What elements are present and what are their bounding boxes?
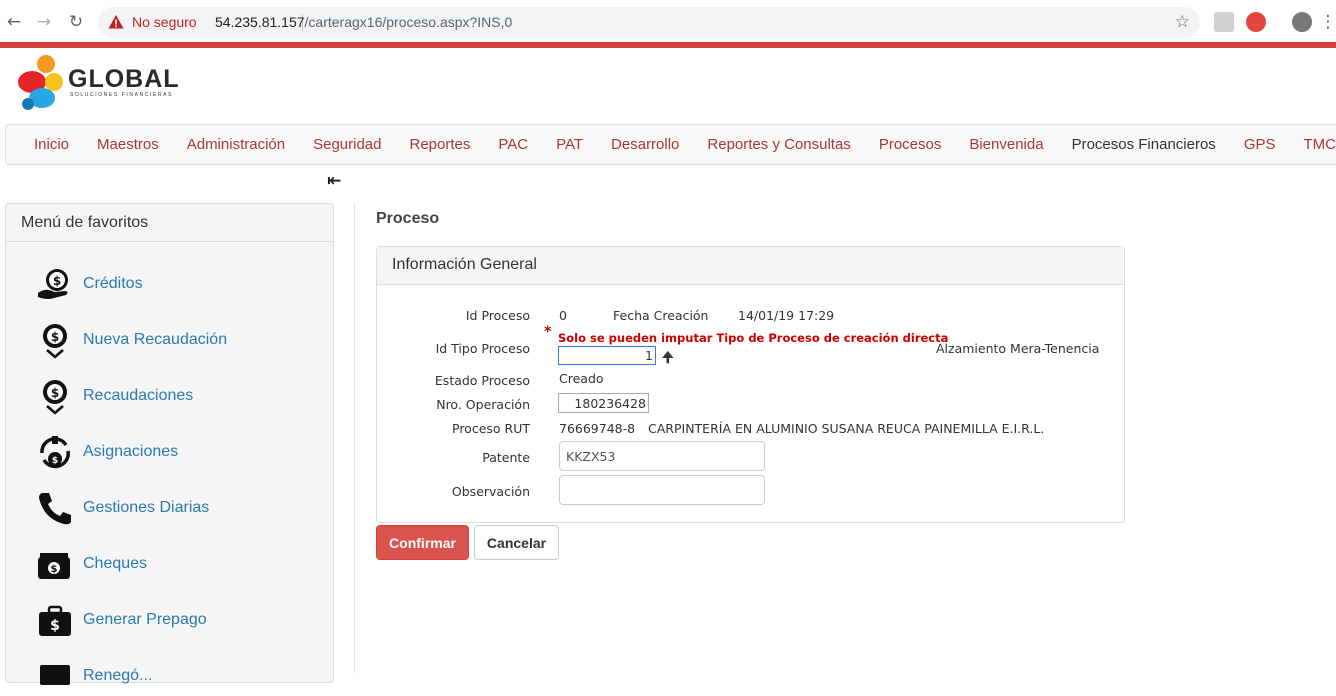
favorites-sidebar: Menú de favoritos $ Créditos $ Nueva Rec… [5, 203, 334, 683]
fecha-creacion-label: Fecha Creación [613, 308, 708, 323]
sidebar-item-label: Recaudaciones [83, 387, 193, 405]
header-accent-bar [0, 42, 1336, 48]
svg-text:$: $ [53, 274, 61, 288]
patente-input[interactable] [559, 441, 765, 471]
extension-icon[interactable] [1246, 12, 1266, 32]
panel-title: Información General [377, 247, 1124, 285]
sidebar-item-cheques[interactable]: $ Cheques [36, 544, 147, 584]
confirm-button[interactable]: Confirmar [376, 525, 469, 560]
prompt-arrow-icon[interactable]: 🠉 [662, 347, 674, 371]
sidebar-item-asignaciones[interactable]: $ Asignaciones [36, 432, 178, 472]
credit-icon: $ [36, 265, 74, 303]
forward-arrow-icon[interactable]: → [34, 12, 54, 32]
sidebar-item-creditos[interactable]: $ Créditos [36, 264, 143, 304]
menu-item-reportes-consultas[interactable]: Reportes y Consultas [693, 136, 864, 153]
menu-item-pac[interactable]: PAC [484, 136, 542, 153]
sidebar-item-label: Créditos [83, 275, 143, 293]
collapse-sidebar-icon[interactable]: ⇤ [327, 171, 341, 191]
proceso-rut-label: Proceso RUT [380, 421, 530, 436]
observacion-input[interactable] [559, 475, 765, 505]
menu-item-procesos-financieros[interactable]: Procesos Financieros [1058, 136, 1230, 153]
profile-avatar[interactable] [1292, 12, 1312, 32]
sidebar-item-label: Gestiones Diarias [83, 499, 209, 517]
back-arrow-icon[interactable]: ← [4, 12, 24, 32]
id-proceso-value: 0 [559, 308, 567, 323]
tipo-proceso-label: Id Tipo Proceso [380, 341, 530, 356]
pdf-extension-icon[interactable] [1214, 12, 1234, 32]
url-path: /carteragx16/proceso.aspx?INS,0 [305, 14, 513, 30]
briefcase-icon: $ [36, 601, 74, 639]
menu-item-reportes[interactable]: Reportes [395, 136, 484, 153]
address-bar[interactable]: No seguro 54.235.81.157/carteragx16/proc… [98, 7, 1200, 38]
svg-text:$: $ [51, 564, 58, 575]
warning-triangle-icon [108, 14, 124, 30]
fecha-creacion-value: 14/01/19 17:29 [738, 308, 834, 323]
logo-tagline: Soluciones Financieras [70, 92, 173, 98]
new-collection-icon: $ [36, 321, 74, 359]
wallet-icon: $ [36, 545, 74, 583]
menu-item-bienvenida[interactable]: Bienvenida [955, 136, 1057, 153]
logo-brand: GLOBAL [68, 65, 180, 94]
collections-icon: $ [36, 377, 74, 415]
menu-item-inicio[interactable]: Inicio [6, 136, 83, 153]
reload-icon[interactable]: ↻ [66, 12, 86, 32]
sidebar-item-label: Renegó... [83, 667, 152, 685]
menu-item-gps[interactable]: GPS [1230, 136, 1290, 153]
estado-proceso-value: Creado [559, 371, 604, 386]
sidebar-item-gestiones-diarias[interactable]: Gestiones Diarias [36, 488, 209, 528]
page-title: Proceso [376, 210, 439, 228]
main-menu: Inicio Maestros Administración Seguridad… [5, 124, 1336, 165]
svg-text:$: $ [51, 330, 59, 344]
patente-label: Patente [380, 450, 530, 465]
observacion-label: Observación [380, 484, 530, 499]
menu-item-maestros[interactable]: Maestros [83, 136, 173, 153]
sidebar-item-label: Asignaciones [83, 443, 178, 461]
url-host: 54.235.81.157 [215, 14, 305, 30]
assignments-icon: $ [36, 433, 74, 471]
url-text[interactable]: 54.235.81.157/carteragx16/proceso.aspx?I… [215, 14, 512, 30]
estado-proceso-label: Estado Proceso [380, 373, 530, 388]
sidebar-item-cut[interactable]: Renegó... [36, 656, 152, 696]
browser-toolbar: ← → ↻ No seguro 54.235.81.157/carteragx1… [0, 0, 1336, 44]
validation-warning: Solo se pueden imputar Tipo de Proceso d… [558, 331, 948, 345]
proceso-rut-value: 76669748-8 [559, 421, 635, 436]
logo-mark-icon [12, 52, 70, 118]
bookmark-star-icon[interactable]: ☆ [1175, 12, 1190, 32]
nro-operacion-input[interactable] [558, 393, 649, 413]
menu-item-tmc[interactable]: TMC [1290, 136, 1336, 153]
menu-item-desarrollo[interactable]: Desarrollo [597, 136, 693, 153]
svg-text:$: $ [51, 386, 59, 400]
menu-item-administracion[interactable]: Administración [173, 136, 299, 153]
nro-operacion-label: Nro. Operación [380, 397, 530, 412]
id-proceso-label: Id Proceso [380, 308, 530, 323]
tipo-proceso-description: Alzamiento Mera-Tenencia [936, 341, 1099, 356]
security-status: No seguro [132, 14, 197, 30]
menu-dots-icon[interactable]: ⋮ [1318, 12, 1336, 32]
proceso-rut-name: CARPINTERÍA EN ALUMINIO SUSANA REUCA PAI… [648, 421, 1044, 436]
required-mark: * [544, 324, 551, 340]
sidebar-item-label: Generar Prepago [83, 611, 207, 629]
menu-item-procesos[interactable]: Procesos [865, 136, 956, 153]
content-divider [354, 203, 355, 673]
menu-item-pat[interactable]: PAT [542, 136, 597, 153]
sidebar-title: Menú de favoritos [6, 204, 333, 242]
sidebar-item-label: Cheques [83, 555, 147, 573]
sidebar-item-generar-prepago[interactable]: $ Generar Prepago [36, 600, 207, 640]
sidebar-item-nueva-recaudacion[interactable]: $ Nueva Recaudación [36, 320, 227, 360]
phone-icon [36, 489, 74, 527]
tipo-proceso-input[interactable] [558, 346, 656, 365]
svg-text:$: $ [52, 456, 58, 466]
global-logo[interactable]: GLOBAL Soluciones Financieras [12, 52, 192, 118]
sidebar-item-recaudaciones[interactable]: $ Recaudaciones [36, 376, 193, 416]
cards-icon [36, 657, 74, 695]
menu-item-seguridad[interactable]: Seguridad [299, 136, 395, 153]
svg-text:$: $ [50, 618, 60, 634]
cancel-button[interactable]: Cancelar [474, 525, 559, 560]
sidebar-item-label: Nueva Recaudación [83, 331, 227, 349]
